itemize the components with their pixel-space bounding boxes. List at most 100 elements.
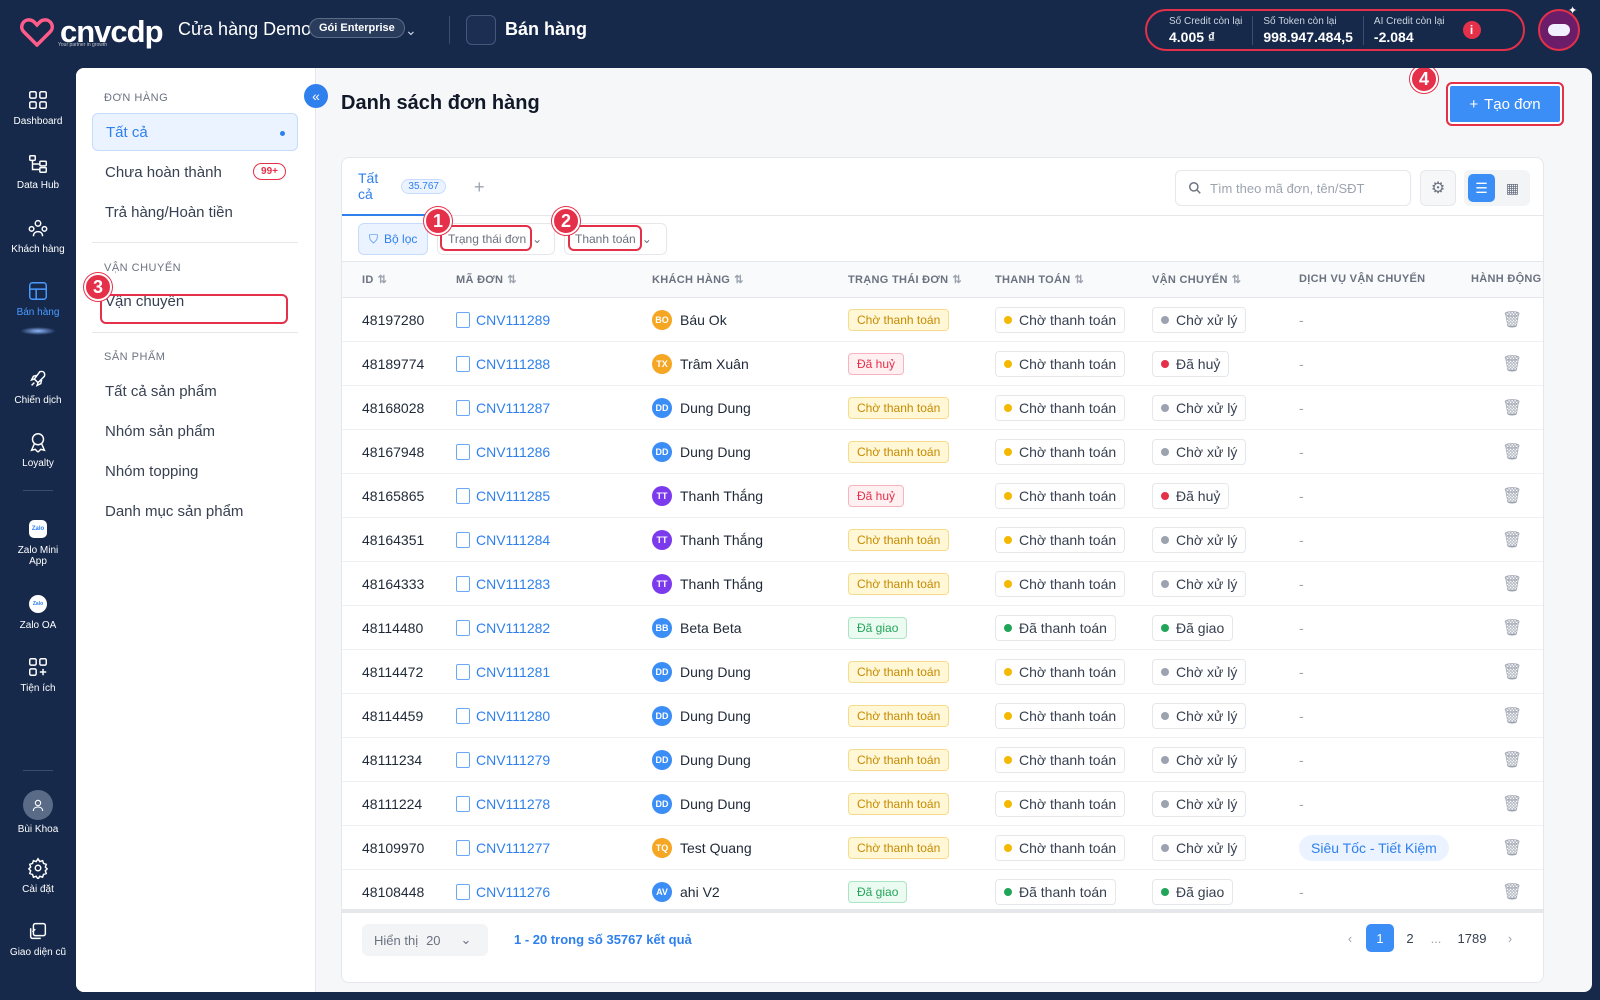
nav-sales[interactable]: Bán hàng (0, 279, 76, 318)
table-row[interactable]: 48114480 CNV111282 BB Beta Beta Đã giao Đã th… (342, 606, 1543, 650)
prev-page-icon[interactable]: ‹ (1342, 924, 1358, 952)
trash-icon[interactable]: 🗑 (1502, 442, 1522, 462)
sub-item-refund[interactable]: Trả hàng/Hoàn tiền (92, 193, 298, 231)
trash-icon[interactable]: 🗑 (1502, 574, 1522, 594)
per-page-select[interactable]: Hiển thị 20 ⌄ (362, 924, 488, 956)
order-code-link[interactable]: CNV111281 (456, 650, 550, 694)
nav-customers[interactable]: Khách hàng (0, 216, 76, 255)
column-title: TRẠNG THÁI ĐƠN (848, 274, 949, 286)
trash-icon[interactable]: 🗑 (1502, 662, 1522, 682)
order-code-link[interactable]: CNV111280 (456, 694, 550, 738)
order-code-link[interactable]: CNV111288 (456, 342, 550, 386)
order-code: CNV111282 (476, 620, 551, 636)
app-title: Bán hàng (505, 19, 588, 39)
table-row[interactable]: 48108448 CNV111276 AV ahi V2 Đã giao Đã thanh… (342, 870, 1543, 909)
trash-icon[interactable]: 🗑 (1502, 618, 1522, 638)
table-row[interactable]: 48167948 CNV111286 DD Dung Dung Chờ thanh to… (342, 430, 1543, 474)
table-row[interactable]: 48111224 CNV111278 DD Dung Dung Chờ thanh to… (342, 782, 1543, 826)
trash-icon[interactable]: 🗑 (1502, 530, 1522, 550)
nav-user-profile[interactable]: Bùi Khoa (0, 790, 76, 835)
info-icon[interactable]: i (1462, 21, 1481, 39)
order-code-link[interactable]: CNV111279 (456, 738, 550, 782)
order-code-link[interactable]: CNV111277 (456, 826, 550, 870)
nav-settings[interactable]: Cài đặt (0, 856, 76, 895)
table-row[interactable]: 48109970 CNV111277 TQ Test Quang Chờ thanh t… (342, 826, 1543, 870)
next-page-icon[interactable]: › (1502, 924, 1518, 952)
trash-icon[interactable]: 🗑 (1502, 882, 1522, 902)
nav-zalo-mini-app[interactable]: Zalo Zalo Mini App (0, 517, 76, 567)
document-icon (456, 532, 470, 548)
table-settings-button[interactable]: ⚙ (1420, 170, 1456, 206)
column-header-shipping[interactable]: VẬN CHUYỂN ⇅ (1152, 273, 1241, 286)
table-row[interactable]: 48114459 CNV111280 DD Dung Dung Chờ thanh to… (342, 694, 1543, 738)
order-code-link[interactable]: CNV111286 (456, 430, 550, 474)
table-row[interactable]: 48164333 CNV111283 TT Thanh Thắng Chờ thanh … (342, 562, 1543, 606)
table-row[interactable]: 48165865 CNV111285 TT Thanh Thắng Đã huỷ Chờ … (342, 474, 1543, 518)
page-2[interactable]: 2 (1400, 924, 1420, 952)
order-code-link[interactable]: CNV111289 (456, 298, 550, 342)
chevron-down-icon[interactable]: ⌄ (405, 22, 417, 39)
trash-icon[interactable]: 🗑 (1502, 486, 1522, 506)
nav-extensions[interactable]: Tiện ích (0, 655, 76, 694)
table-row[interactable]: 48197280 CNV111289 BO Báu Ok Chờ thanh toán C… (342, 298, 1543, 342)
shipping-service-badge[interactable]: Siêu Tốc - Tiết Kiệm (1299, 835, 1449, 861)
add-tab-button[interactable]: + (474, 177, 485, 198)
order-code-link[interactable]: CNV111284 (456, 518, 550, 562)
annotation-3: 3 (84, 273, 112, 301)
table-row[interactable]: 48189774 CNV111288 TX Trâm Xuân Đã huỷ Chờ th… (342, 342, 1543, 386)
order-code-link[interactable]: CNV111285 (456, 474, 550, 518)
column-header-id[interactable]: ID ⇅ (362, 273, 387, 286)
sub-item-catalog[interactable]: Danh mục sản phẩm (92, 492, 298, 530)
search-input[interactable]: Tìm theo mã đơn, tên/SĐT (1175, 170, 1411, 206)
create-order-button[interactable]: + Tạo đơn (1446, 82, 1564, 126)
trash-icon[interactable]: 🗑 (1502, 310, 1522, 330)
nav-loyalty[interactable]: Loyalty (0, 430, 76, 469)
collapse-sidebar-button[interactable]: « (304, 84, 328, 108)
trash-icon[interactable]: 🗑 (1502, 794, 1522, 814)
table-row[interactable]: 48168028 CNV111287 DD Dung Dung Chờ thanh to… (342, 386, 1543, 430)
grid-view-icon[interactable]: ▦ (1499, 174, 1526, 202)
order-code-link[interactable]: CNV111278 (456, 782, 550, 826)
sub-item-all-products[interactable]: Tất cả sản phẩm (92, 372, 298, 410)
nav-campaigns[interactable]: Chiến dịch (0, 367, 76, 406)
page-last[interactable]: 1789 (1452, 924, 1492, 952)
order-status-cell: Chờ thanh toán (848, 518, 950, 562)
sub-item-product-groups[interactable]: Nhóm sản phẩm (92, 412, 298, 450)
filter-button[interactable]: ⛉ Bộ lọc (358, 223, 429, 255)
column-header-payment[interactable]: THANH TOÁN ⇅ (995, 273, 1084, 286)
trash-icon[interactable]: 🗑 (1502, 398, 1522, 418)
status-dot (1004, 888, 1012, 896)
order-code-link[interactable]: CNV111276 (456, 870, 550, 909)
logo[interactable]: cnvcdp Your partner in growth (20, 14, 164, 50)
trash-icon[interactable]: 🗑 (1502, 838, 1522, 858)
nav-old-ui[interactable]: Giao diện cũ (0, 919, 76, 958)
table-row[interactable]: 48111234 CNV111279 DD Dung Dung Chờ thanh to… (342, 738, 1543, 782)
nav-dashboard[interactable]: Dashboard (0, 88, 76, 127)
column-header-customer[interactable]: KHÁCH HÀNG ⇅ (652, 273, 744, 286)
order-code-link[interactable]: CNV111283 (456, 562, 550, 606)
store-name[interactable]: Cửa hàng Demo (178, 19, 311, 40)
tab-all[interactable]: Tất cả 35.767 (342, 158, 446, 216)
list-view-icon[interactable]: ☰ (1468, 174, 1495, 202)
credit-summary[interactable]: Số Credit còn lại 4.005 ₫ Số Token còn l… (1145, 9, 1525, 51)
order-status-cell: Đã giao (848, 870, 908, 909)
sub-item-all-orders[interactable]: Tất cả (92, 113, 298, 151)
payment-status: Chờ thanh toán (995, 791, 1126, 817)
sub-item-incomplete[interactable]: Chưa hoàn thành 99+ (92, 153, 298, 191)
customer-avatar: BB (652, 618, 672, 638)
table-row[interactable]: 48164351 CNV111284 TT Thanh Thắng Chờ thanh … (342, 518, 1543, 562)
trash-icon[interactable]: 🗑 (1502, 354, 1522, 374)
order-code-link[interactable]: CNV111287 (456, 386, 550, 430)
order-code-link[interactable]: CNV111282 (456, 606, 550, 650)
shipping-service-empty: - (1299, 708, 1304, 724)
column-header-code[interactable]: MÃ ĐƠN ⇅ (456, 273, 517, 286)
table-row[interactable]: 48114472 CNV111281 DD Dung Dung Chờ thanh to… (342, 650, 1543, 694)
nav-zalo-oa[interactable]: Zalo Zalo OA (0, 592, 76, 631)
trash-icon[interactable]: 🗑 (1502, 750, 1522, 770)
sub-item-topping-groups[interactable]: Nhóm topping (92, 452, 298, 490)
trash-icon[interactable]: 🗑 (1502, 706, 1522, 726)
nav-data-hub[interactable]: Data Hub (0, 152, 76, 191)
page-1[interactable]: 1 (1366, 924, 1394, 952)
column-header-order-status[interactable]: TRẠNG THÁI ĐƠN ⇅ (848, 273, 962, 286)
loyalty-icon (26, 430, 50, 454)
